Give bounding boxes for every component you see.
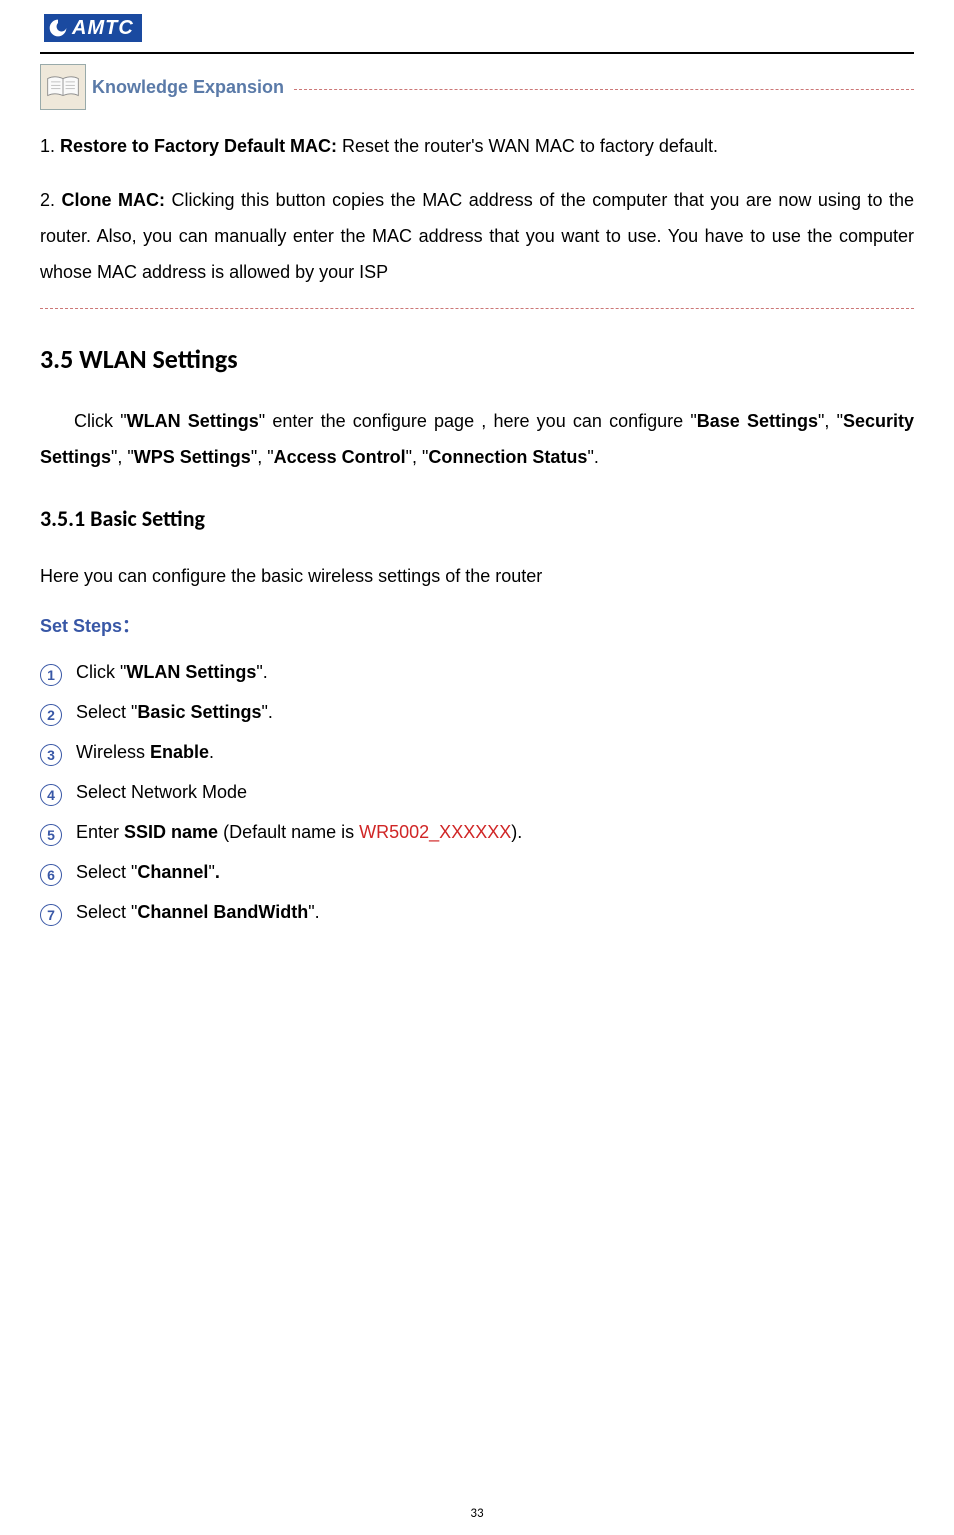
connection-status-term: Connection Status — [428, 447, 587, 467]
step-4: Select Network Mode — [40, 772, 914, 812]
ke-item-2-rest: Clicking this button copies the MAC addr… — [40, 190, 914, 282]
step-6: Select "Channel". — [40, 852, 914, 892]
heading-3-5-1: 3.5.1 Basic Setting — [40, 505, 914, 532]
page-number: 33 — [0, 1506, 954, 1521]
set-steps-label: Set Steps： — [40, 612, 914, 638]
header-divider — [40, 52, 914, 54]
t: Select " — [76, 702, 137, 722]
ke-item-2-num: 2. — [40, 190, 62, 210]
t: " enter the configure page , here you ca… — [259, 411, 697, 431]
t: Click " — [74, 411, 127, 431]
book-icon — [40, 64, 86, 110]
step-7: Select "Channel BandWidth". — [40, 892, 914, 932]
channel-term: Channel — [137, 862, 208, 882]
ke-item-1-rest: Reset the router's WAN MAC to factory de… — [337, 136, 718, 156]
dashed-divider — [294, 89, 914, 90]
step-2: Select "Basic Settings". — [40, 692, 914, 732]
t: ", " — [251, 447, 274, 467]
ke-item-1-bold: Restore to Factory Default MAC: — [60, 136, 337, 156]
t: Enter — [76, 822, 124, 842]
document-page: AMTC Knowledge Expansion 1. Restore to F… — [0, 0, 954, 1535]
logo-text: AMTC — [72, 17, 134, 40]
t: . — [209, 742, 214, 762]
section-3-5-1-intro: Here you can configure the basic wireles… — [40, 558, 914, 594]
ke-item-2-bold: Clone MAC: — [62, 190, 166, 210]
wlan-settings-term: WLAN Settings — [126, 662, 256, 682]
t: ", " — [111, 447, 134, 467]
t: (Default name is — [218, 822, 359, 842]
heading-3-5: 3.5 WLAN Settings — [40, 343, 914, 375]
ke-item-2: 2. Clone MAC: Clicking this button copie… — [40, 182, 914, 290]
default-ssid-value: WR5002_XXXXXX — [359, 822, 511, 842]
base-settings-term: Base Settings — [697, 411, 818, 431]
wps-settings-term: WPS Settings — [134, 447, 251, 467]
t: ". — [256, 662, 267, 682]
t: Select Network Mode — [76, 772, 247, 812]
step-3: Wireless Enable. — [40, 732, 914, 772]
step-1: Click "WLAN Settings". — [40, 652, 914, 692]
swirl-icon — [48, 18, 68, 38]
t: Wireless — [76, 742, 150, 762]
dashed-divider-full — [40, 308, 914, 309]
ke-item-1: 1. Restore to Factory Default MAC: Reset… — [40, 128, 914, 164]
steps-list: Click "WLAN Settings". Select "Basic Set… — [40, 652, 914, 932]
t: . — [215, 862, 220, 882]
knowledge-expansion-label: Knowledge Expansion — [92, 77, 284, 98]
t: ". — [261, 702, 272, 722]
step-5: Enter SSID name (Default name is WR5002_… — [40, 812, 914, 852]
t: ". — [308, 902, 319, 922]
t: ". — [587, 447, 598, 467]
t: ", " — [818, 411, 843, 431]
basic-settings-term: Basic Settings — [137, 702, 261, 722]
knowledge-expansion-row: Knowledge Expansion — [40, 64, 914, 110]
t: ", " — [406, 447, 429, 467]
wlan-settings-term: WLAN Settings — [127, 411, 259, 431]
logo-header: AMTC — [40, 10, 914, 46]
ssid-name-term: SSID name — [124, 822, 218, 842]
channel-bandwidth-term: Channel BandWidth — [137, 902, 308, 922]
access-control-term: Access Control — [274, 447, 406, 467]
t: Select " — [76, 862, 137, 882]
section-3-5-intro: Click "WLAN Settings" enter the configur… — [40, 403, 914, 475]
enable-term: Enable — [150, 742, 209, 762]
ke-item-1-num: 1. — [40, 136, 60, 156]
logo-block: AMTC — [44, 14, 142, 42]
t: ). — [511, 822, 522, 842]
t: Select " — [76, 902, 137, 922]
t: Click " — [76, 662, 126, 682]
